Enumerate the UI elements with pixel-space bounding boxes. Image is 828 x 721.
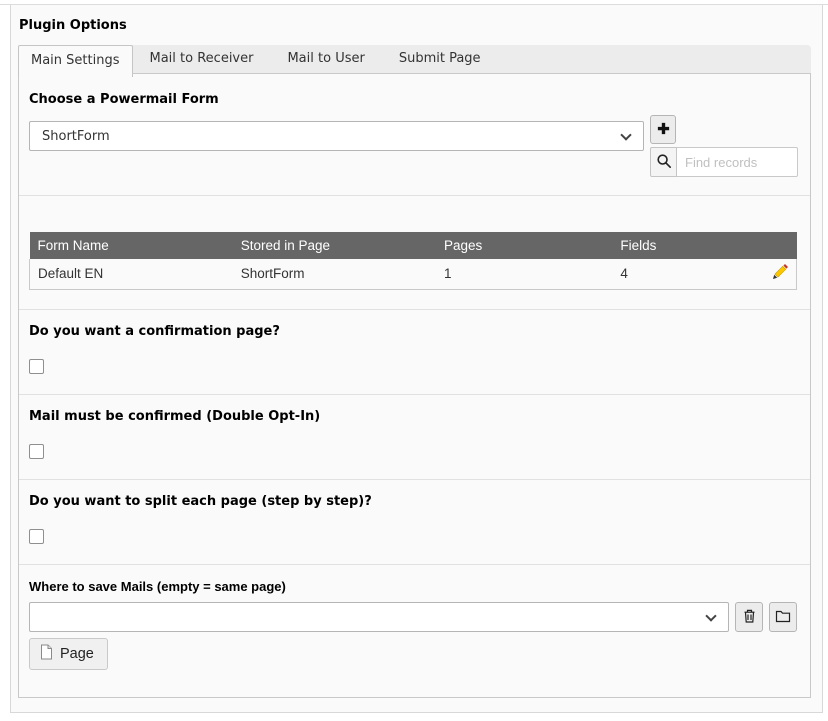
- cell-edit: [758, 259, 796, 289]
- cell-stored-in-page: ShortForm: [233, 259, 436, 289]
- tab-mail-to-user[interactable]: Mail to User: [270, 45, 381, 73]
- form-select-wrap: ShortForm: [29, 121, 644, 151]
- page-button-label: Page: [60, 646, 94, 662]
- find-records-input[interactable]: [677, 147, 798, 177]
- cell-form-name: Default EN: [30, 259, 233, 289]
- tab-main-settings[interactable]: Main Settings: [18, 45, 133, 77]
- section-choose-form: Choose a Powermail Form ShortForm: [19, 74, 810, 195]
- col-fields: Fields: [612, 232, 758, 259]
- table-header-row: Form Name Stored in Page Pages Fields: [30, 232, 797, 259]
- cell-fields: 4: [612, 259, 758, 289]
- tab-pane-main-settings: Choose a Powermail Form ShortForm: [18, 73, 811, 698]
- records-table: Form Name Stored in Page Pages Fields De…: [29, 232, 797, 290]
- add-form-button[interactable]: [650, 115, 676, 144]
- split-pages-label: Do you want to split each page (step by …: [29, 495, 797, 509]
- trash-icon: [742, 608, 757, 627]
- table-row: Default EN ShortForm 1 4: [30, 259, 797, 289]
- section-confirmation-page: Do you want a confirmation page?: [19, 309, 810, 394]
- powermail-form-select[interactable]: ShortForm: [29, 121, 644, 151]
- tab-submit-page[interactable]: Submit Page: [382, 45, 498, 73]
- plus-icon: [656, 121, 671, 139]
- section-records-table: Form Name Stored in Page Pages Fields De…: [19, 195, 810, 309]
- save-mails-select[interactable]: [29, 602, 729, 632]
- section-save-mails: Where to save Mails (empty = same page): [19, 564, 810, 697]
- panel-title: Plugin Options: [18, 5, 811, 45]
- plugin-options-panel: Plugin Options Main Settings Mail to Rec…: [10, 5, 823, 713]
- page-icon: [40, 644, 53, 664]
- search-icon: [656, 153, 672, 172]
- col-stored-in-page: Stored in Page: [233, 232, 436, 259]
- page-button[interactable]: Page: [29, 638, 108, 670]
- section-double-opt-in: Mail must be confirmed (Double Opt-In): [19, 394, 810, 479]
- double-opt-in-label: Mail must be confirmed (Double Opt-In): [29, 410, 797, 424]
- confirmation-page-label: Do you want a confirmation page?: [29, 325, 797, 339]
- section-split-pages: Do you want to split each page (step by …: [19, 479, 810, 564]
- folder-icon: [775, 609, 791, 626]
- save-mails-select-wrap: [29, 602, 729, 632]
- confirmation-page-checkbox[interactable]: [29, 359, 44, 374]
- browse-pages-button[interactable]: [769, 602, 797, 632]
- find-records-group: [650, 147, 798, 177]
- double-opt-in-checkbox[interactable]: [29, 444, 44, 459]
- col-actions: [758, 232, 796, 259]
- col-pages: Pages: [436, 232, 612, 259]
- edit-pencil-icon[interactable]: [772, 264, 788, 283]
- col-form-name: Form Name: [30, 232, 233, 259]
- tab-bar: Main Settings Mail to Receiver Mail to U…: [18, 45, 811, 73]
- search-button[interactable]: [650, 147, 677, 177]
- clear-page-button[interactable]: [735, 602, 763, 632]
- cell-pages: 1: [436, 259, 612, 289]
- save-mails-label: Where to save Mails (empty = same page): [29, 580, 797, 594]
- choose-form-label: Choose a Powermail Form: [29, 93, 797, 107]
- split-pages-checkbox[interactable]: [29, 529, 44, 544]
- tab-mail-to-receiver[interactable]: Mail to Receiver: [133, 45, 271, 73]
- save-mails-row: [29, 602, 797, 632]
